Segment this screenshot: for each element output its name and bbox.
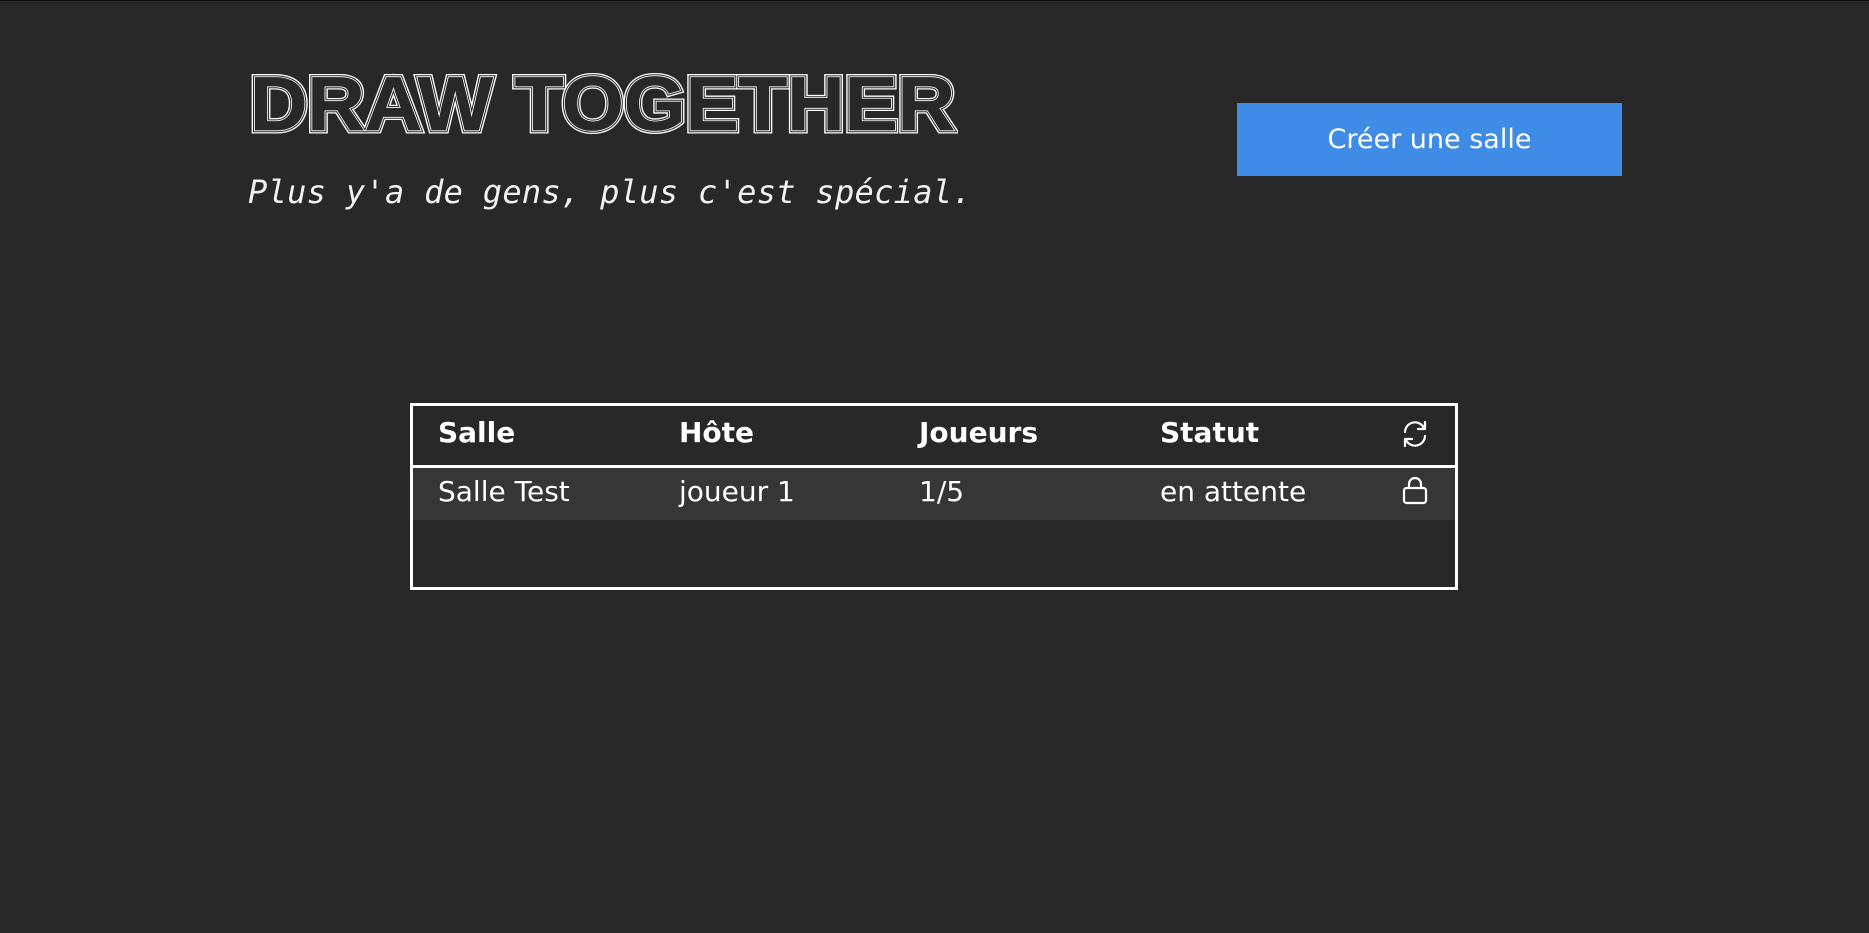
room-host: joueur 1 — [679, 475, 795, 508]
create-room-button[interactable]: Créer une salle — [1237, 103, 1622, 176]
table-header: Salle Hôte Joueurs Statut — [413, 406, 1455, 468]
room-status: en attente — [1160, 475, 1307, 508]
rooms-table: Salle Hôte Joueurs Statut Salle Test jou… — [410, 403, 1458, 590]
table-row[interactable]: Salle Test joueur 1 1/5 en attente — [413, 468, 1455, 520]
app-header: DRAW TOGETHER DRAW TOGETHER DRAW TOGETHE… — [248, 66, 958, 136]
column-header-host: Hôte — [679, 416, 755, 449]
tagline: Plus y'a de gens, plus c'est spécial. — [248, 173, 972, 211]
lock-icon — [1402, 475, 1428, 509]
column-header-room: Salle — [438, 416, 516, 449]
room-name: Salle Test — [438, 475, 570, 508]
column-header-players: Joueurs — [919, 416, 1038, 449]
room-players: 1/5 — [919, 475, 965, 508]
column-header-status: Statut — [1160, 416, 1260, 449]
app-title-core: DRAW TOGETHER — [250, 66, 955, 136]
top-border — [0, 0, 1869, 1]
refresh-icon[interactable] — [1400, 419, 1430, 453]
title-outline-text: DRAW TOGETHER DRAW TOGETHER DRAW TOGETHE… — [248, 66, 958, 136]
app-logo: DRAW TOGETHER DRAW TOGETHER DRAW TOGETHE… — [248, 66, 958, 136]
